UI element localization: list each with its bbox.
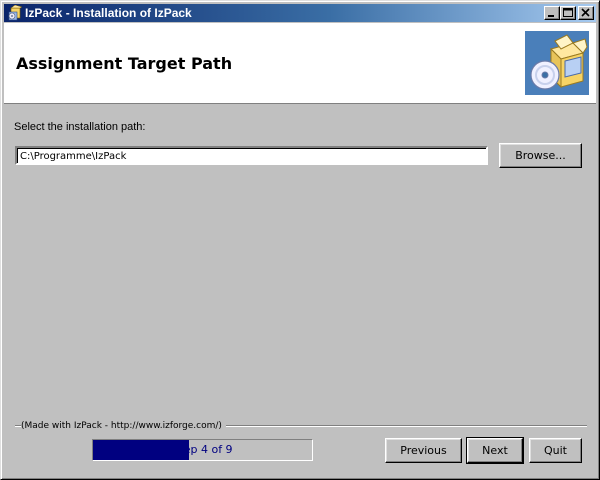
made-with-izpack-label: (Made with IzPack - http://www.izforge.c… xyxy=(21,421,226,431)
izpack-app-icon[interactable] xyxy=(6,4,23,21)
title-bar[interactable]: IzPack - Installation of IzPack xyxy=(4,4,596,22)
quit-button[interactable]: Quit xyxy=(529,438,582,463)
minimize-icon xyxy=(548,15,554,17)
maximize-button[interactable] xyxy=(560,6,576,20)
installer-logo-icon xyxy=(525,31,589,95)
page-title: Assignment Target Path xyxy=(16,54,233,73)
browse-button[interactable]: Browse... xyxy=(499,143,582,168)
previous-button[interactable]: Previous xyxy=(385,438,462,463)
progress-step-text: Step 4 of 9 xyxy=(172,443,233,456)
close-button[interactable] xyxy=(578,6,594,20)
close-icon xyxy=(581,8,590,17)
install-path-label: Select the installation path: xyxy=(14,121,146,133)
step-progress-bar: Step 4 of 9 xyxy=(92,439,313,461)
header-panel: Assignment Target Path xyxy=(4,23,596,104)
next-button[interactable]: Next xyxy=(466,437,524,464)
installer-window: IzPack - Installation of IzPack Assignme… xyxy=(0,0,600,480)
install-path-input[interactable] xyxy=(15,146,488,165)
maximize-icon xyxy=(563,8,573,17)
window-title: IzPack - Installation of IzPack xyxy=(25,6,192,20)
minimize-button[interactable] xyxy=(544,6,560,20)
